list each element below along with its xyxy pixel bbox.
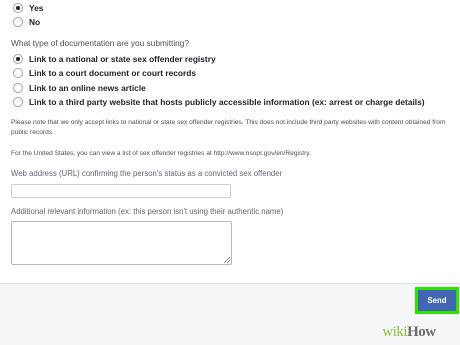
radio-label: Link to a third party website that hosts… [29,97,425,107]
radio-option-yes[interactable]: Yes [13,2,43,14]
additional-info-textarea[interactable] [11,221,232,265]
radio-option-third-party[interactable]: Link to a third party website that hosts… [13,96,425,108]
radio-label: Link to a court document or court record… [29,68,197,78]
radio-button[interactable] [13,83,23,93]
radio-option-no[interactable]: No [13,16,40,28]
documentation-question: What type of documentation are you submi… [11,38,190,48]
radio-option-court-document[interactable]: Link to a court document or court record… [13,67,196,79]
url-field-label: Web address (URL) confirming the person'… [11,169,283,178]
radio-button[interactable] [13,17,23,27]
radio-label: Yes [29,3,44,13]
resize-handle-icon[interactable] [224,257,230,263]
watermark-wiki-text: wiki [382,324,408,340]
radio-button[interactable] [13,97,23,107]
wikihow-watermark: wiki How [358,320,460,345]
radio-label: Link to a national or state sex offender… [29,54,216,64]
radio-option-news-article[interactable]: Link to an online news article [13,82,146,94]
radio-button-selected[interactable] [13,54,23,64]
watermark-how-text: How [407,324,436,340]
radio-button-selected[interactable] [13,3,23,13]
send-button[interactable]: Send [418,290,456,311]
radio-button[interactable] [13,68,23,78]
radio-label: No [29,17,41,27]
radio-label: Link to an online news article [29,83,146,93]
report-form: Yes No What type of documentation are yo… [0,0,460,283]
us-registry-note: For the United States, you can view a li… [11,150,311,157]
radio-option-registry[interactable]: Link to a national or state sex offender… [13,53,216,65]
url-input[interactable] [11,184,231,198]
registry-note: Please note that we only accept links to… [11,119,446,136]
additional-info-label: Additional relevant information (ex: thi… [11,207,284,216]
